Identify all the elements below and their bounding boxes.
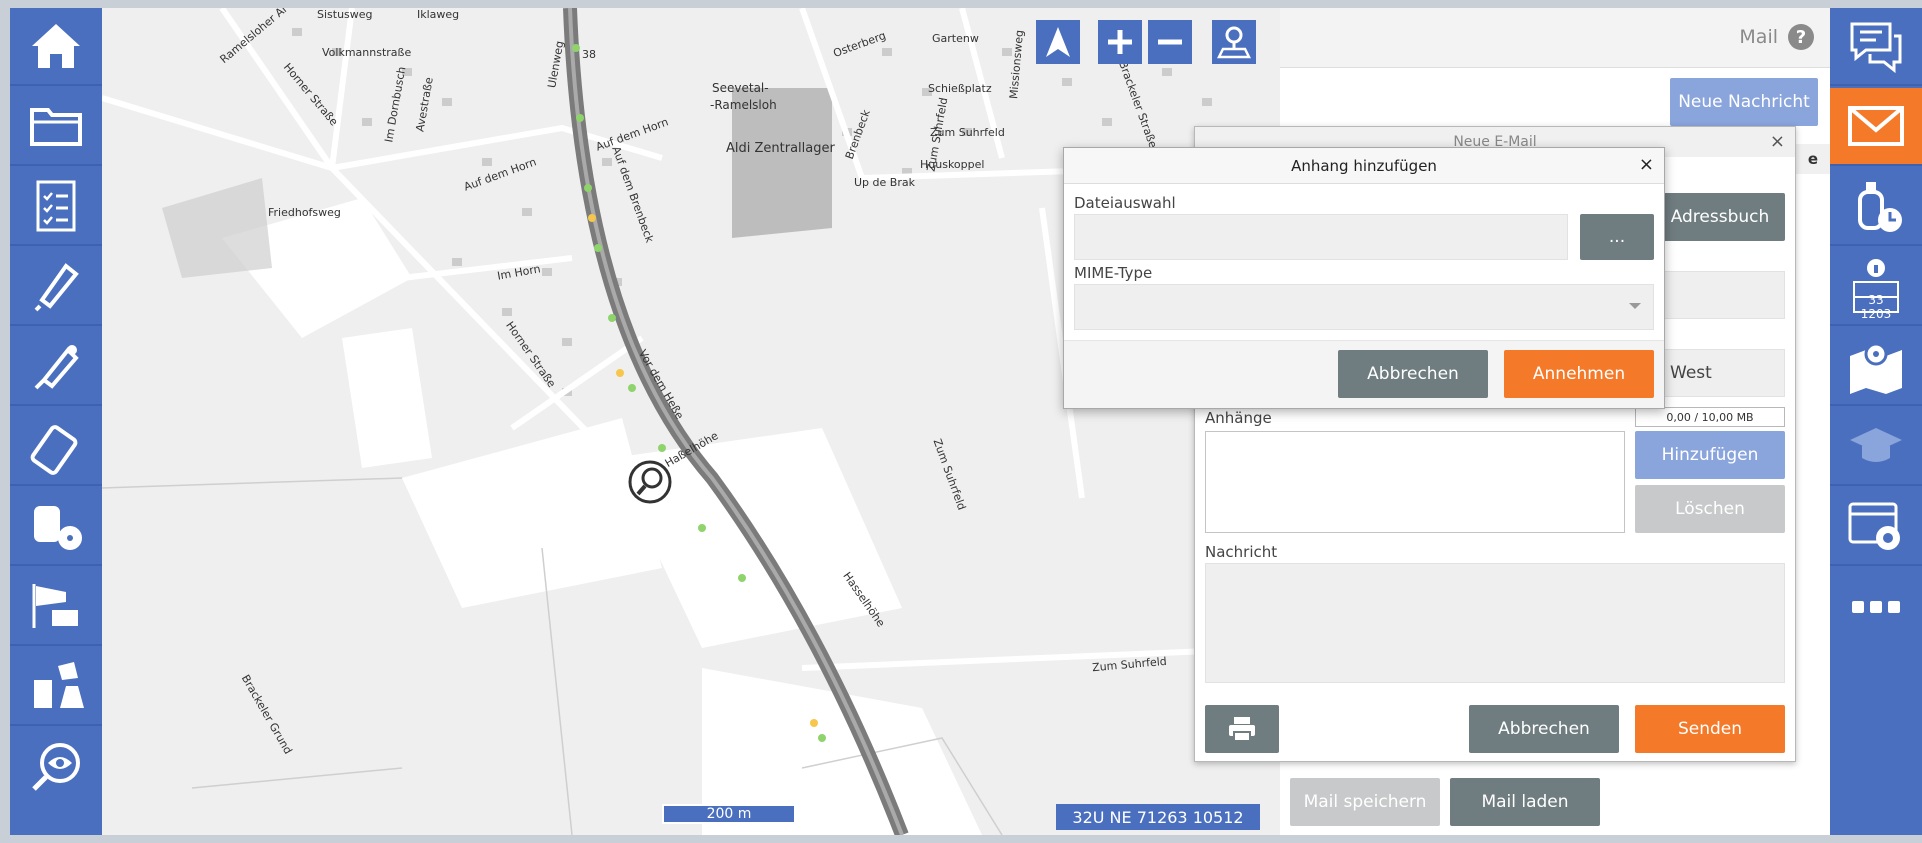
map-background: 38	[102, 8, 1280, 835]
probe-button[interactable]	[10, 328, 102, 406]
chat-icon	[1850, 22, 1902, 74]
zoom-out-button[interactable]	[1148, 20, 1192, 64]
partial-field-text: West	[1670, 363, 1712, 383]
map-label: Friedhofsweg	[268, 206, 341, 219]
mail-button[interactable]	[1830, 88, 1922, 166]
home-icon	[32, 24, 80, 68]
checklist-icon	[36, 180, 76, 232]
radiation-meter-button[interactable]	[10, 488, 102, 566]
breathing-time-button[interactable]	[1830, 168, 1922, 246]
mime-type-select[interactable]	[1074, 284, 1654, 330]
map-marker[interactable]	[628, 460, 672, 504]
coordinates-display: 32U NE 71263 10512	[1056, 804, 1260, 830]
more-button[interactable]	[1830, 568, 1922, 646]
plus-icon	[1108, 30, 1132, 54]
chemicals-button[interactable]	[10, 648, 102, 726]
map-label: Iklaweg	[417, 8, 460, 21]
graduation-cap-icon	[1850, 428, 1902, 462]
app-frame: 38 Sistusweg Iklaweg Volkmannstraße Rame…	[0, 0, 1922, 843]
map-label: Up de Brak	[854, 176, 915, 189]
map-label: Sistusweg	[317, 8, 373, 21]
radio-device-icon	[30, 425, 78, 475]
north-arrow-icon	[1046, 27, 1070, 57]
printer-icon	[1229, 717, 1255, 742]
map-label: Gartenw	[932, 32, 979, 45]
window-settings-icon	[1848, 502, 1900, 550]
attachments-label: Anhänge	[1205, 409, 1272, 427]
file-path-input[interactable]	[1074, 214, 1568, 260]
chat-button[interactable]	[1830, 8, 1922, 86]
scale-bar: 200 m	[662, 804, 796, 824]
map-label: Volkmannstraße	[322, 46, 412, 59]
bottle-clock-icon	[1858, 182, 1902, 232]
cancel-attachment-button[interactable]: Abbrechen	[1338, 350, 1488, 398]
address-book-button[interactable]: Adressbuch	[1655, 193, 1785, 241]
zoom-in-button[interactable]	[1098, 20, 1142, 64]
message-label: Nachricht	[1205, 543, 1278, 561]
right-sidebar: 33 1203	[1830, 8, 1922, 835]
partial-column-header: e	[1796, 144, 1830, 174]
probe-icon	[34, 345, 79, 390]
dialog-title: Anhang hinzufügen	[1064, 148, 1664, 184]
add-attachment-button[interactable]: Hinzufügen	[1635, 431, 1785, 479]
map-view[interactable]: 38 Sistusweg Iklaweg Volkmannstraße Rame…	[102, 8, 1280, 835]
file-selection-label: Dateiauswahl	[1074, 194, 1176, 212]
wind-sock-icon	[32, 584, 78, 628]
pen-button[interactable]	[10, 248, 102, 326]
browse-button[interactable]: ...	[1580, 214, 1654, 260]
map-label: Schießplatz	[928, 82, 992, 95]
cancel-email-button[interactable]: Abbrechen	[1469, 705, 1619, 753]
radiation-meter-icon	[34, 506, 82, 550]
save-mail-button[interactable]: Mail speichern	[1290, 778, 1440, 826]
map-label: Huuskoppel	[920, 158, 985, 171]
mail-icon	[1848, 106, 1904, 146]
delete-attachment-button[interactable]: Löschen	[1635, 485, 1785, 533]
attachments-list[interactable]	[1205, 431, 1625, 533]
message-textarea[interactable]	[1205, 563, 1785, 683]
attachment-size-indicator: 0,00 / 10,00 MB	[1635, 407, 1785, 427]
folder-button[interactable]	[10, 88, 102, 166]
folder-icon	[30, 108, 82, 146]
add-attachment-dialog: Anhang hinzufügen × Dateiauswahl ... MIM…	[1063, 147, 1665, 409]
load-mail-button[interactable]: Mail laden	[1450, 778, 1600, 826]
map-pin-icon	[1850, 342, 1902, 394]
settings-button[interactable]	[1830, 488, 1922, 566]
radio-device-button[interactable]	[10, 408, 102, 486]
map-label: -Ramelsloh	[710, 98, 777, 112]
more-dots-icon	[1852, 601, 1900, 613]
map-label: Seevetal-	[712, 81, 769, 95]
send-button[interactable]: Senden	[1635, 705, 1785, 753]
eye-search-button[interactable]	[10, 728, 102, 806]
map-label: Aldi Zentrallager	[726, 141, 835, 156]
chevron-down-icon	[1629, 303, 1641, 309]
info-top-number: 33	[1868, 293, 1884, 307]
locate-button[interactable]	[1212, 20, 1256, 64]
accept-attachment-button[interactable]: Annehmen	[1504, 350, 1654, 398]
help-icon[interactable]: ?	[1788, 24, 1814, 50]
north-arrow-button[interactable]	[1036, 20, 1080, 64]
print-button[interactable]	[1205, 705, 1279, 753]
location-icon	[1217, 26, 1251, 59]
wind-sock-button[interactable]	[10, 568, 102, 646]
minus-icon	[1158, 39, 1182, 45]
training-button[interactable]	[1830, 408, 1922, 486]
map-label: Zum Suhrfeld	[930, 126, 1005, 139]
home-button[interactable]	[10, 8, 102, 86]
map-pin-button[interactable]	[1830, 328, 1922, 406]
checklist-button[interactable]	[10, 168, 102, 246]
mime-type-label: MIME-Type	[1074, 264, 1153, 282]
pen-icon	[34, 263, 79, 312]
close-icon[interactable]: ×	[1639, 154, 1654, 175]
close-icon[interactable]: ×	[1770, 131, 1785, 152]
chemicals-icon	[34, 662, 84, 708]
new-message-button[interactable]: Neue Nachricht	[1670, 78, 1818, 126]
info-bottom-number: 1203	[1860, 307, 1892, 321]
eye-search-icon	[32, 743, 80, 791]
left-sidebar	[10, 8, 102, 835]
mail-title: Mail	[1739, 26, 1778, 48]
mail-header: Mail ?	[1280, 8, 1830, 68]
info-calc-button[interactable]: 33 1203	[1830, 248, 1922, 326]
svg-text:38: 38	[582, 48, 596, 61]
